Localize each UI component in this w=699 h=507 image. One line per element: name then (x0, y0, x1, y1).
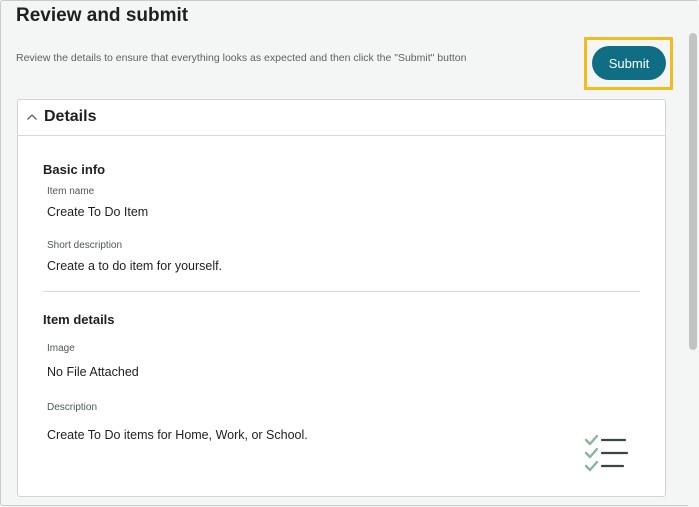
basic-info-title: Basic info (43, 162, 106, 177)
description-label: Description (47, 402, 98, 413)
image-value: No File Attached (47, 365, 139, 379)
details-card: Details Basic info Item name Create To D… (17, 99, 666, 497)
section-divider (43, 291, 640, 292)
image-label: Image (47, 343, 75, 354)
checklist-icon (584, 434, 629, 472)
submit-button[interactable]: Submit (592, 46, 666, 80)
chevron-up-icon[interactable] (26, 113, 38, 121)
short-description-label: Short description (47, 240, 123, 251)
short-description-value: Create a to do item for yourself. (47, 259, 223, 273)
instructions-text: Review the details to ensure that everyt… (16, 52, 467, 64)
item-details-title: Item details (43, 312, 115, 327)
details-header[interactable]: Details (18, 100, 665, 136)
item-name-label: Item name (47, 186, 95, 197)
review-panel: Review and submit Review the details to … (0, 0, 699, 507)
details-title: Details (44, 108, 97, 125)
item-name-value: Create To Do Item (47, 205, 149, 219)
scrollbar-thumb[interactable] (689, 33, 697, 350)
description-value: Create To Do items for Home, Work, or Sc… (47, 428, 308, 442)
page-title: Review and submit (16, 5, 189, 26)
